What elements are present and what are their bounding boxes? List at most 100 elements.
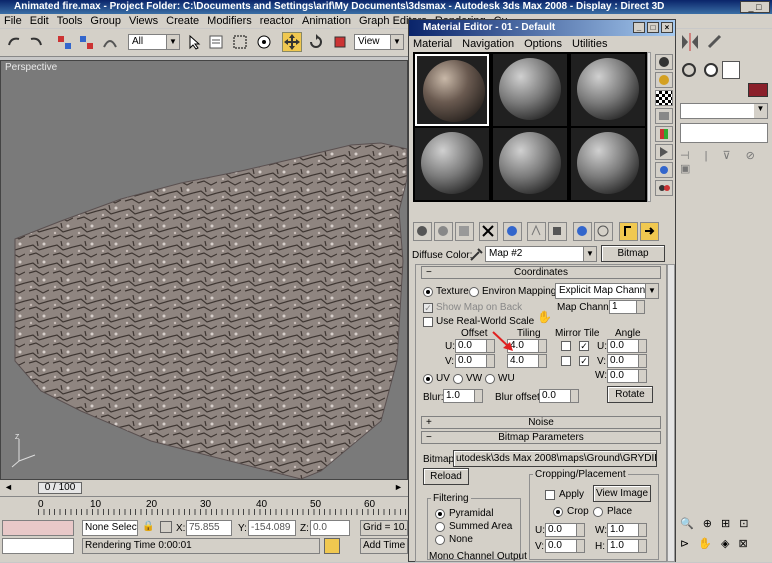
show-map-on-back-checkbox[interactable]: ✓ [423, 303, 433, 313]
mirror-icon[interactable] [680, 33, 700, 51]
coordinates-rollout-header[interactable]: − Coordinates [421, 266, 661, 279]
rotate-button[interactable]: Rotate [607, 386, 653, 403]
maxscript-input[interactable] [2, 538, 74, 554]
select-object-icon[interactable] [184, 32, 204, 52]
crop-v-spinner[interactable]: 0.0 [545, 539, 585, 553]
perspective-viewport[interactable]: Perspective Z [0, 60, 408, 480]
track-bar[interactable]: 0 10 20 30 40 50 60 [0, 496, 408, 516]
go-to-parent-icon[interactable] [619, 222, 638, 241]
crop-w-spinner[interactable]: 1.0 [607, 523, 647, 537]
sample-slot-1[interactable] [415, 54, 489, 126]
eyedropper-icon[interactable] [469, 246, 485, 262]
pan-icon[interactable]: ⊳ ✋ ◈ ⊠ [680, 537, 768, 553]
blur-spinner[interactable]: 1.0 [443, 389, 483, 403]
slot-scrollbar[interactable] [647, 52, 651, 202]
material-effects-channel-icon[interactable] [548, 222, 567, 241]
menu-utilities[interactable]: Utilities [572, 38, 607, 50]
none-radio[interactable] [435, 535, 445, 545]
video-color-check-icon[interactable] [655, 126, 673, 142]
vw-radio[interactable] [453, 374, 463, 384]
menu-options[interactable]: Options [524, 38, 562, 50]
reference-coordinate-dropdown[interactable]: View ▼ [354, 34, 404, 50]
rollout-scrollbar[interactable] [667, 264, 675, 562]
real-world-scale-checkbox[interactable] [423, 317, 433, 327]
u-offset-spinner[interactable]: 0.0 [455, 339, 495, 353]
zoom-icon[interactable]: 🔍 ⊕ ⊞ ⊡ [680, 517, 768, 533]
crop-radio[interactable] [553, 507, 563, 517]
make-preview-icon[interactable] [655, 144, 673, 160]
time-tag-icon[interactable] [324, 538, 340, 554]
map-type-button[interactable]: Bitmap [601, 245, 665, 262]
stack-buttons[interactable]: ⊣ | ⊽ ⊘ ▣ [680, 149, 768, 175]
menu-animation[interactable]: Animation [302, 15, 351, 27]
place-radio[interactable] [593, 507, 603, 517]
menu-file[interactable]: File [4, 15, 22, 27]
unlink-icon[interactable] [76, 32, 96, 52]
go-forward-sibling-icon[interactable] [640, 222, 659, 241]
menu-group[interactable]: Group [90, 15, 121, 27]
chevron-right-icon[interactable]: ► [394, 482, 404, 494]
reload-button[interactable]: Reload [423, 468, 469, 485]
z-coordinate-field[interactable]: 0.0 [310, 520, 350, 536]
w-angle-spinner[interactable]: 0.0 [607, 369, 647, 383]
display-tab-icon[interactable] [722, 61, 740, 79]
window-crossing-icon[interactable] [254, 32, 274, 52]
selection-filter-dropdown[interactable]: All ▼ [128, 34, 180, 50]
minimize-button[interactable]: _ [633, 22, 645, 33]
menu-create[interactable]: Create [166, 15, 199, 27]
wu-radio[interactable] [485, 374, 495, 384]
put-to-library-icon[interactable] [527, 222, 546, 241]
lock-icon[interactable]: 🔒 [142, 521, 154, 532]
u-angle-spinner[interactable]: 0.0 [607, 339, 647, 353]
menu-tools[interactable]: Tools [57, 15, 83, 27]
x-coordinate-field[interactable]: 75.855 [186, 520, 232, 536]
background-icon[interactable] [655, 90, 673, 106]
object-color-swatch[interactable] [748, 83, 768, 97]
reset-map-icon[interactable] [479, 222, 498, 241]
map-name-field[interactable]: Map #2 ▼ [485, 246, 597, 262]
scale-icon[interactable] [330, 32, 350, 52]
pyramidal-radio[interactable] [435, 509, 445, 519]
texture-radio[interactable] [423, 287, 433, 297]
menu-reactor[interactable]: reactor [260, 15, 294, 27]
backlight-icon[interactable] [655, 72, 673, 88]
sample-slot-4[interactable] [415, 128, 489, 200]
menu-views[interactable]: Views [129, 15, 158, 27]
apply-checkbox[interactable] [545, 490, 555, 500]
rotate-icon[interactable] [306, 32, 326, 52]
v-tile-checkbox[interactable]: ✓ [579, 356, 589, 366]
window-controls[interactable]: _ □ [740, 1, 770, 13]
v-tiling-spinner[interactable]: 4.0 [507, 354, 547, 368]
sample-slot-3[interactable] [571, 54, 645, 126]
modifier-stack[interactable] [680, 123, 768, 143]
crop-u-spinner[interactable]: 0.0 [545, 523, 585, 537]
show-map-in-viewport-icon[interactable] [573, 222, 592, 241]
sample-type-icon[interactable] [655, 54, 673, 70]
summed-area-radio[interactable] [435, 522, 445, 532]
uv-radio[interactable] [423, 374, 433, 384]
select-by-material-icon[interactable] [655, 180, 673, 196]
motion-tab-icon[interactable] [702, 61, 720, 79]
mapping-dropdown[interactable]: Explicit Map Channel ▼ [555, 283, 659, 299]
map-channel-spinner[interactable]: 1 [609, 300, 645, 314]
select-by-name-icon[interactable] [206, 32, 226, 52]
sample-uv-tiling-icon[interactable] [655, 108, 673, 124]
bind-space-warp-icon[interactable] [100, 32, 120, 52]
maxscript-listener[interactable] [2, 520, 74, 536]
options-icon[interactable] [655, 162, 673, 178]
sample-slot-5[interactable] [493, 128, 567, 200]
sample-slot-6[interactable] [571, 128, 645, 200]
maximize-button[interactable]: □ [647, 22, 659, 33]
bitmap-parameters-rollout-header[interactable]: − Bitmap Parameters [421, 431, 661, 444]
redo-icon[interactable] [26, 32, 46, 52]
move-icon[interactable] [282, 32, 302, 52]
crop-h-spinner[interactable]: 1.0 [607, 539, 647, 553]
absolute-mode-icon[interactable] [160, 521, 172, 533]
u-mirror-checkbox[interactable] [561, 341, 571, 351]
menu-navigation[interactable]: Navigation [462, 38, 514, 50]
modifier-list-dropdown[interactable]: ▼ [680, 103, 768, 119]
select-link-icon[interactable] [54, 32, 74, 52]
v-offset-spinner[interactable]: 0.0 [455, 354, 495, 368]
add-time-tag-button[interactable]: Add Time T [360, 538, 408, 554]
sample-slot-2[interactable] [493, 54, 567, 126]
